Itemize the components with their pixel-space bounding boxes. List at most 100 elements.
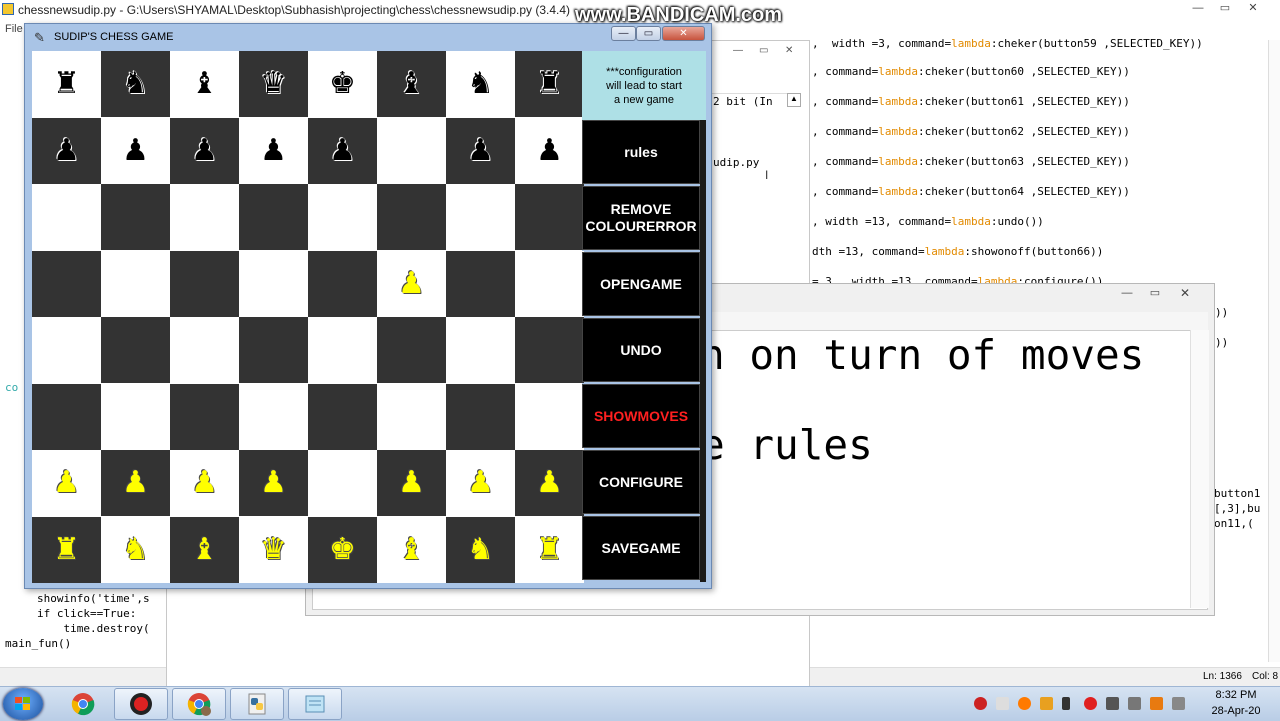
board-square[interactable]	[515, 250, 584, 317]
shell-scroll-up-arrow[interactable]: ▲	[787, 93, 801, 107]
board-square[interactable]: ♟	[170, 450, 239, 516]
board-square[interactable]	[377, 383, 446, 450]
board-square[interactable]	[515, 383, 584, 450]
chess-maximize-button[interactable]: ▭	[636, 26, 661, 41]
menu-file[interactable]: File	[5, 23, 23, 35]
board-square[interactable]: ♟	[446, 117, 515, 184]
board-square[interactable]: ♛	[239, 516, 308, 583]
board-square[interactable]	[101, 250, 170, 317]
board-square[interactable]: ♞	[446, 516, 515, 583]
chess-minimize-button[interactable]: —	[611, 26, 636, 41]
board-square[interactable]: ♟	[32, 117, 101, 184]
tray-icon[interactable]	[1172, 697, 1185, 710]
board-square[interactable]: ♟	[377, 250, 446, 317]
board-square[interactable]	[239, 383, 308, 450]
chrome-profile-taskbar-button[interactable]	[172, 688, 226, 720]
python-idle-taskbar-button[interactable]	[230, 688, 284, 720]
firefox-tray-icon[interactable]	[1150, 697, 1163, 710]
board-square[interactable]	[239, 317, 308, 383]
board-square[interactable]	[32, 184, 101, 250]
editor-scrollbar[interactable]	[1268, 40, 1280, 662]
board-square[interactable]	[101, 383, 170, 450]
board-square[interactable]	[308, 383, 377, 450]
board-square[interactable]: ♟	[515, 450, 584, 516]
board-square[interactable]: ♝	[377, 516, 446, 583]
board-square[interactable]: ♝	[170, 51, 239, 117]
board-square[interactable]	[170, 184, 239, 250]
shell-minimize-button[interactable]: —	[733, 45, 743, 56]
board-square[interactable]	[377, 117, 446, 184]
board-square[interactable]: ♝	[377, 51, 446, 117]
start-button[interactable]	[3, 688, 43, 720]
editor-minimize-button[interactable]: —	[1185, 0, 1211, 16]
board-square[interactable]: ♟	[170, 117, 239, 184]
board-square[interactable]: ♞	[101, 51, 170, 117]
board-square[interactable]: ♜	[32, 516, 101, 583]
editor-close-button[interactable]: ✕	[1240, 0, 1266, 16]
board-square[interactable]	[239, 184, 308, 250]
board-square[interactable]	[446, 184, 515, 250]
board-square[interactable]: ♟	[101, 450, 170, 516]
board-square[interactable]: ♜	[32, 51, 101, 117]
flame-tray-icon[interactable]	[1018, 697, 1031, 710]
opengame-button[interactable]: OPENGAME	[582, 252, 700, 316]
clock-date[interactable]: 28-Apr-20	[1203, 705, 1269, 717]
shell-maximize-button[interactable]: ▭	[759, 45, 768, 56]
rules-scrollbar[interactable]	[1190, 330, 1209, 608]
board-square[interactable]: ♟	[239, 450, 308, 516]
board-square[interactable]: ♟	[308, 117, 377, 184]
undo-button[interactable]: UNDO	[582, 318, 700, 382]
board-square[interactable]	[101, 184, 170, 250]
board-square[interactable]: ♜	[515, 516, 584, 583]
board-square[interactable]	[308, 184, 377, 250]
board-square[interactable]	[32, 317, 101, 383]
board-square[interactable]	[170, 250, 239, 317]
remove-colourerror-button[interactable]: REMOVE COLOURERROR	[582, 186, 700, 250]
board-square[interactable]: ♚	[308, 51, 377, 117]
board-square[interactable]	[32, 383, 101, 450]
board-square[interactable]	[308, 250, 377, 317]
volume-tray-icon[interactable]	[1128, 697, 1141, 710]
board-square[interactable]	[446, 383, 515, 450]
savegame-button[interactable]: SAVEGAME	[582, 516, 700, 580]
board-square[interactable]	[377, 184, 446, 250]
rules-maximize-button[interactable]: ▭	[1142, 286, 1168, 300]
chess-close-button[interactable]: ✕	[662, 26, 705, 41]
board-square[interactable]	[515, 317, 584, 383]
opera-tray-icon[interactable]	[1084, 697, 1097, 710]
record-tray-icon[interactable]	[974, 697, 987, 710]
board-square[interactable]	[446, 317, 515, 383]
board-square[interactable]: ♟	[101, 117, 170, 184]
board-square[interactable]	[377, 317, 446, 383]
editor-maximize-button[interactable]: ▭	[1212, 0, 1238, 16]
board-square[interactable]: ♛	[239, 51, 308, 117]
shell-close-button[interactable]: ✕	[785, 45, 793, 56]
network-tray-icon[interactable]	[1106, 697, 1119, 710]
showmoves-button[interactable]: SHOWMOVES	[582, 384, 700, 448]
board-square[interactable]	[308, 317, 377, 383]
board-square[interactable]	[515, 184, 584, 250]
board-square[interactable]	[170, 383, 239, 450]
notepad-taskbar-button[interactable]	[288, 688, 342, 720]
board-square[interactable]: ♟	[446, 450, 515, 516]
battery-tray-icon[interactable]	[1062, 697, 1070, 710]
rules-minimize-button[interactable]: —	[1114, 287, 1140, 301]
board-square[interactable]: ♝	[170, 516, 239, 583]
antivirus-tray-icon[interactable]	[1040, 697, 1053, 710]
board-square[interactable]	[446, 250, 515, 317]
configure-button[interactable]: CONFIGURE	[582, 450, 700, 514]
board-square[interactable]	[32, 250, 101, 317]
board-square[interactable]	[101, 317, 170, 383]
board-square[interactable]	[308, 450, 377, 516]
clock-time[interactable]: 8:32 PM	[1207, 689, 1265, 701]
board-square[interactable]: ♟	[515, 117, 584, 184]
bandicam-taskbar-button[interactable]	[114, 688, 168, 720]
tray-icon[interactable]	[996, 697, 1009, 710]
rules-close-button[interactable]: ✕	[1172, 286, 1198, 300]
board-square[interactable]	[239, 250, 308, 317]
chrome-taskbar-button[interactable]	[56, 688, 110, 720]
board-square[interactable]: ♟	[239, 117, 308, 184]
board-square[interactable]: ♚	[308, 516, 377, 583]
board-square[interactable]: ♟	[377, 450, 446, 516]
board-square[interactable]: ♞	[101, 516, 170, 583]
